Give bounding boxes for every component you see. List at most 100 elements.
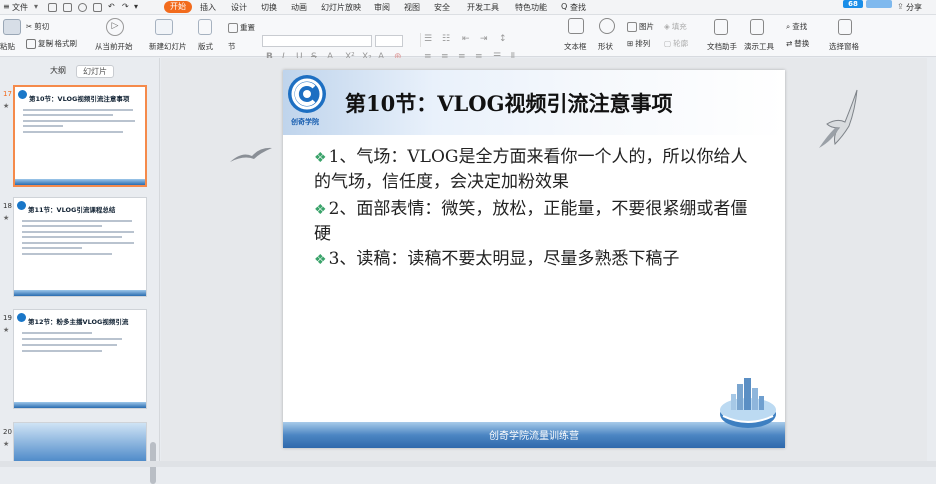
textbox-icon[interactable] (568, 18, 584, 34)
status-bar (0, 461, 936, 467)
bullet-item[interactable]: ❖ 1、气场：VLOG是全方面来看你一个人的，所以你给人的气场，信任度，会决定加粉… (314, 145, 759, 194)
replace-button[interactable]: ⇄ 替换 (786, 38, 809, 49)
seagull-image (819, 89, 858, 148)
tab-design[interactable]: 设计 (231, 2, 247, 13)
new-slide-button[interactable]: 新建幻灯片 (149, 41, 187, 52)
export-icon[interactable] (63, 3, 72, 12)
animation-star-icon: ★ (3, 326, 10, 334)
play-icon[interactable]: ▷ (106, 18, 124, 36)
slide-footer-text: 创奇学院流量训练营 (489, 431, 579, 442)
thumb-text-line (22, 253, 112, 255)
indent-increase-icon[interactable]: ⇥ (480, 34, 488, 44)
doc-helper-icon[interactable] (714, 19, 728, 35)
menu-bar: ≡ 文件 ▾ ↶ ↷ ▾ 开始 插入 设计 切换 动画 幻灯片放映 审阅 视图 … (0, 0, 936, 15)
indent-decrease-icon[interactable]: ⇤ (462, 34, 470, 44)
tab-slides[interactable]: 幻灯片 (76, 65, 114, 78)
tab-view[interactable]: 视图 (404, 2, 420, 13)
fill-button[interactable]: ◈ 填充 (664, 21, 687, 32)
share-icon[interactable]: ⇪ (897, 2, 904, 11)
present-tools-icon[interactable] (750, 19, 764, 35)
thumb-text-line (22, 247, 82, 249)
tab-home[interactable]: 开始 (164, 1, 192, 13)
redo-icon[interactable]: ↷ (122, 2, 129, 11)
find-button[interactable]: ⌕ 查找 (786, 21, 807, 32)
thumb-text-line (23, 109, 133, 111)
arrange-icon: ⊞ (627, 39, 634, 48)
tab-transition[interactable]: 切换 (261, 2, 277, 13)
doc-helper-button[interactable]: 文档助手 (707, 41, 737, 52)
reset-button[interactable]: 重置 (228, 22, 255, 33)
tab-developer[interactable]: 开发工具 (467, 2, 499, 13)
sync-status-icon[interactable] (866, 0, 892, 8)
search-button[interactable]: 查找 (570, 2, 586, 13)
reset-icon (228, 22, 238, 33)
textbox-button[interactable]: 文本框 (564, 41, 587, 52)
bullet-item[interactable]: ❖ 2、面部表情：微笑，放松，正能量，不要很紧绷或者僵硬 (314, 197, 759, 246)
format-painter-button[interactable]: ⌁ 格式刷 (48, 38, 77, 49)
brush-icon: ⌁ (48, 39, 53, 48)
cut-button[interactable]: ✂ 剪切 (26, 21, 49, 32)
outline-button[interactable]: ▢ 轮廓 (664, 38, 688, 49)
thumb-title: 第12节：粉多主播VLOG视频引流 (28, 318, 129, 326)
tab-slideshow[interactable]: 幻灯片放映 (321, 2, 361, 13)
tab-insert[interactable]: 插入 (200, 2, 216, 13)
select-pane-button[interactable]: 选择窗格 (829, 41, 859, 52)
thumb-footer (14, 402, 146, 408)
new-slide-icon[interactable] (155, 19, 173, 35)
bullets-icon[interactable]: ☰ (424, 34, 432, 44)
font-size-select[interactable] (375, 35, 403, 47)
tab-review[interactable]: 审阅 (374, 2, 390, 13)
current-slide[interactable]: 创奇学院 第10节：VLOG视频引流注意事项 ❖ 1、气场：VLOG是全方面来看你… (283, 70, 785, 448)
thumb-title: 第10节：VLOG视频引流注意事项 (29, 95, 130, 103)
arrange-button[interactable]: ⊞ 排列 (627, 38, 650, 49)
print-icon[interactable] (78, 3, 87, 12)
outline-icon: ▢ (664, 39, 672, 48)
chevron-down-icon[interactable]: ▾ (34, 2, 38, 11)
search-icon[interactable]: Q (561, 2, 567, 11)
thumb-footer (14, 290, 146, 296)
more-icon[interactable]: ▾ (134, 2, 138, 11)
thumb-text-line (22, 225, 102, 227)
picture-button[interactable]: 图片 (627, 21, 654, 32)
layout-icon[interactable] (198, 19, 212, 35)
preview-icon[interactable] (93, 3, 102, 12)
menu-icon[interactable]: ≡ (3, 2, 10, 11)
slide-thumbnail[interactable]: 第12节：粉多主播VLOG视频引流 (13, 309, 147, 409)
tab-outline[interactable]: 大纲 (50, 65, 66, 76)
line-spacing-icon[interactable]: ↕ (499, 34, 507, 44)
thumb-text-line (23, 114, 113, 116)
select-pane-icon[interactable] (838, 19, 852, 35)
layout-button[interactable]: 版式 (198, 41, 213, 52)
font-name-select[interactable] (262, 35, 372, 47)
chuangqi-logo-icon (288, 75, 326, 113)
slide-panel: 大纲 幻灯片 17 ★ 第10节：VLOG视频引流注意事项 18 ★ 第11节：… (0, 58, 160, 484)
from-current-button[interactable]: 从当前开始 (95, 41, 133, 52)
section-button[interactable]: 节 (228, 41, 236, 52)
scissors-icon: ✂ (26, 22, 33, 31)
thumb-text-line (22, 242, 134, 244)
numbering-icon[interactable]: ☷ (442, 34, 450, 44)
tab-security[interactable]: 安全 (434, 2, 450, 13)
thumb-text-line (22, 236, 122, 238)
bullet-diamond-icon: ❖ (314, 202, 327, 218)
bullet-item[interactable]: ❖ 3、读稿：读稿不要太明显，尽量多熟悉下稿子 (314, 247, 759, 272)
save-icon[interactable] (48, 3, 57, 12)
share-button[interactable]: 分享 (906, 2, 922, 13)
slide-title[interactable]: 第10节：VLOG视频引流注意事项 (345, 88, 673, 118)
shape-icon[interactable] (599, 18, 615, 34)
shape-button[interactable]: 形状 (598, 41, 613, 52)
notification-badge[interactable]: 68 (843, 0, 863, 8)
tab-features[interactable]: 特色功能 (515, 2, 547, 13)
slide-thumbnail[interactable]: 第11节：VLOG引流课程总结 (13, 197, 147, 297)
undo-icon[interactable]: ↶ (108, 2, 115, 11)
tab-animation[interactable]: 动画 (291, 2, 307, 13)
present-tools-button[interactable]: 演示工具 (744, 41, 774, 52)
paste-button[interactable]: 粘贴 (0, 41, 15, 52)
thumb-footer (15, 179, 145, 185)
menu-file[interactable]: 文件 (12, 2, 28, 13)
slide-thumbnail[interactable]: 第10节：VLOG视频引流注意事项 (13, 85, 147, 187)
paste-icon[interactable] (3, 19, 21, 35)
thumb-text-line (22, 231, 134, 233)
thumb-text-line (23, 125, 63, 127)
thumb-text-line (22, 350, 102, 352)
